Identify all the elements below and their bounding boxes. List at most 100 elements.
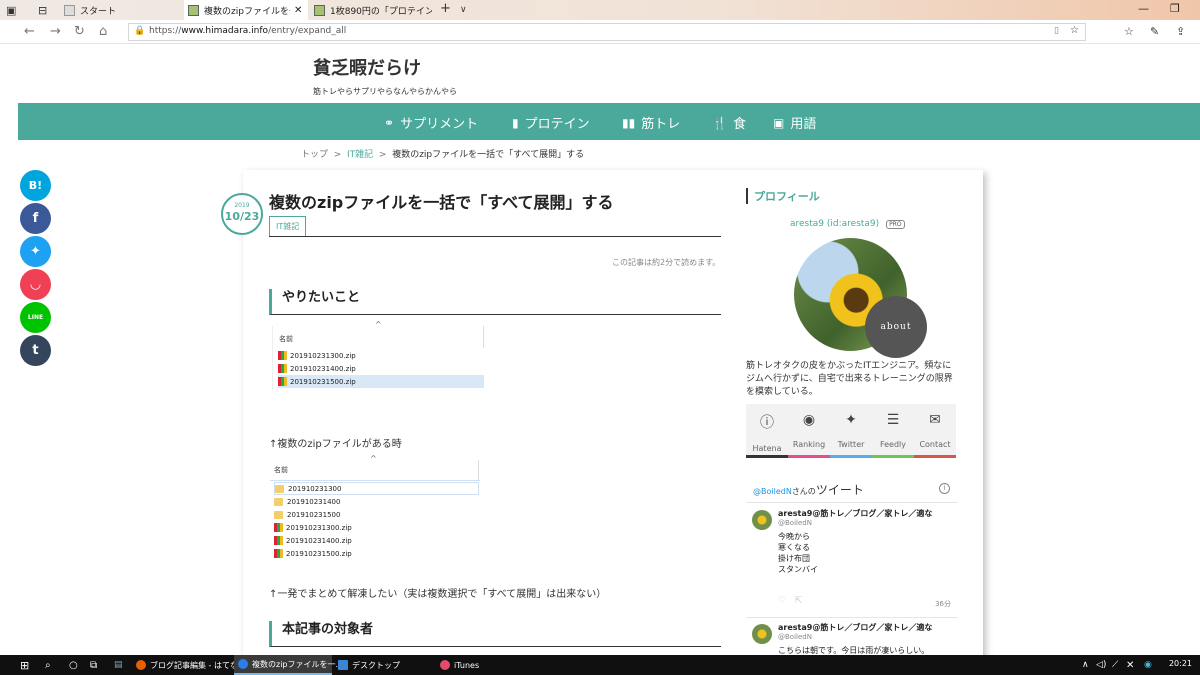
reading-view-icon[interactable]: ▯ [1054,26,1059,36]
restore-icon[interactable]: ❐ [1170,2,1180,15]
tabs-aside-icon[interactable]: ⊟ [38,4,47,17]
tweet-avatar[interactable] [752,624,772,644]
share-tweet-icon[interactable]: ⇱ [795,596,803,606]
tweet-handle[interactable]: @BoiledN [778,633,812,641]
url-input[interactable]: 🔒 https://www.himadara.info/entry/expand… [128,23,1086,41]
start-windows-icon[interactable]: ⊞ [20,655,29,675]
nav-training[interactable]: ▮▮ 筋トレ [622,113,680,133]
like-icon[interactable]: ♡ [778,596,786,606]
tab-list-button[interactable]: ∨ [460,5,467,15]
tweet-author[interactable]: aresta9@筋トレ／ブログ／家トレ／適な [778,622,948,633]
file-list-zip-only: ^ 名前 201910231300.zip 201910231400.zip 2… [272,320,484,390]
breadcrumb-category[interactable]: IT雑記 [347,150,373,160]
breadcrumb-top[interactable]: トップ [301,150,328,160]
back-icon[interactable]: ← [24,24,35,39]
refresh-icon[interactable]: ↻ [74,24,85,39]
tweet-handle[interactable]: @BoiledN [778,519,812,527]
tab-label: 複数のzipファイルを一括で [204,6,290,17]
social-label: Ranking [792,440,826,449]
file-row[interactable]: 201910231400.zip [274,534,352,547]
nav-glossary[interactable]: ▣ 用語 [773,113,816,133]
file-row[interactable]: 201910231300.zip [278,349,484,362]
blog-description: 筋トレやらサプリやらなんやらかんやら [313,87,457,96]
url-prefix: https:// [149,26,182,36]
nav-food[interactable]: 🍴 食 [712,113,746,133]
entry-category-tag[interactable]: IT雑記 [269,216,307,237]
tray-chevron-icon[interactable]: ∧ [1082,655,1089,675]
social-hatena[interactable]: ⓘ Hatena [746,404,788,458]
hatena-bookmark-button[interactable]: B! [20,170,51,201]
taskbar-app-firefox[interactable]: ブログ記事編集 - はてな... [132,655,246,675]
social-feedly[interactable]: ☰ Feedly [872,404,914,458]
social-ranking[interactable]: ◉ Ranking [788,404,830,458]
hatena-icon: ⓘ [760,415,774,431]
social-contact[interactable]: ✉ Contact [914,404,956,458]
zip-file-icon [278,377,287,386]
pills-icon: ⚭ [384,115,395,130]
social-bar [914,455,956,458]
twitter-share-button[interactable]: ✦ [20,236,51,267]
favorites-icon[interactable]: ☆ [1124,25,1134,38]
share-icon[interactable]: ⇪ [1176,25,1185,38]
entry-year: 2019 [234,202,250,209]
tumblr-share-button[interactable]: t [20,335,51,366]
blog-title[interactable]: 貧乏暇だらけ [313,54,421,80]
taskbar-app-desktop[interactable]: デスクトップ [334,655,434,675]
twitter-icon: ✦ [845,412,857,428]
tweet-avatar[interactable] [752,510,772,530]
forward-icon[interactable]: → [50,24,61,39]
twitter-timeline-header: @BoiledNさんのツイート i [746,473,958,503]
line-share-button[interactable]: LINE [20,302,51,333]
facebook-share-button[interactable]: f [20,203,51,234]
minimize-icon[interactable]: — [1138,2,1149,15]
taskbar-app-label: 複数のzipファイルを一... [252,659,344,669]
file-row-selected[interactable]: 201910231500.zip [278,375,484,388]
tab-current[interactable]: 複数のzipファイルを一括で ✕ [184,0,308,20]
folder-row[interactable]: 201910231400 [274,495,340,508]
tab-label: 1枚890円の「プロテインチョコレ [330,6,432,17]
home-icon[interactable]: ⌂ [99,24,107,39]
tweet-author[interactable]: aresta9@筋トレ／ブログ／家トレ／適な [778,508,948,519]
tab-start[interactable]: スタート [60,0,180,20]
cortana-icon[interactable]: ○ [69,655,78,675]
folder-row[interactable]: 201910231300 [274,482,479,495]
info-icon[interactable]: i [939,483,950,494]
file-row[interactable]: 201910231400.zip [278,362,484,375]
tweet-time[interactable]: 36分 [935,599,951,609]
new-tab-button[interactable]: + [440,1,451,16]
file-name: 201910231500.zip [290,377,356,386]
nav-supplement[interactable]: ⚭ サプリメント [384,113,478,133]
notification-x-icon[interactable]: ✕ [1126,655,1134,675]
tab-actions-icon[interactable]: ▣ [6,4,16,17]
profile-user[interactable]: aresta9 [790,219,824,229]
file-row[interactable]: 201910231500.zip [274,547,352,560]
timeline-user[interactable]: @BoiledN [753,487,792,496]
address-bar: ← → ↻ ⌂ 🔒 https://www.himadara.info/entr… [0,20,1200,44]
folder-row[interactable]: 201910231500 [274,508,340,521]
file-row[interactable]: 201910231300.zip [274,521,352,534]
pro-badge: PRO [886,220,905,229]
network-icon[interactable]: ⟋ [1112,655,1118,675]
close-tab-icon[interactable]: ✕ [294,5,302,16]
social-twitter[interactable]: ✦ Twitter [830,404,872,458]
profile-name[interactable]: aresta9 (id:aresta9) PRO [790,219,905,229]
taskbar-app-itunes[interactable]: iTunes [436,655,536,675]
taskbar-app-label: iTunes [454,660,480,670]
favorite-star-icon[interactable]: ☆ [1070,25,1079,36]
pen-icon[interactable]: ✎ [1150,25,1159,38]
clock[interactable]: 20:21 [1169,659,1192,668]
pocket-share-button[interactable]: ◡ [20,269,51,300]
tab-protein[interactable]: 1枚890円の「プロテインチョコレ [310,0,432,20]
nav-label: 食 [732,117,746,132]
protein-icon: ▮ [512,115,519,130]
about-button[interactable]: about [865,296,927,358]
social-bar [830,455,872,458]
nav-protein[interactable]: ▮ プロテイン [512,113,590,133]
search-icon[interactable]: ⌕ [45,655,51,675]
store-icon[interactable]: ▤ [114,655,123,675]
social-bar [788,455,830,458]
app-tray-icon[interactable]: ◉ [1144,655,1152,675]
taskbar-app-edge[interactable]: 複数のzipファイルを一... [234,655,343,675]
volume-icon[interactable]: ◁) [1096,655,1106,675]
task-view-icon[interactable]: ⧉ [90,655,97,675]
